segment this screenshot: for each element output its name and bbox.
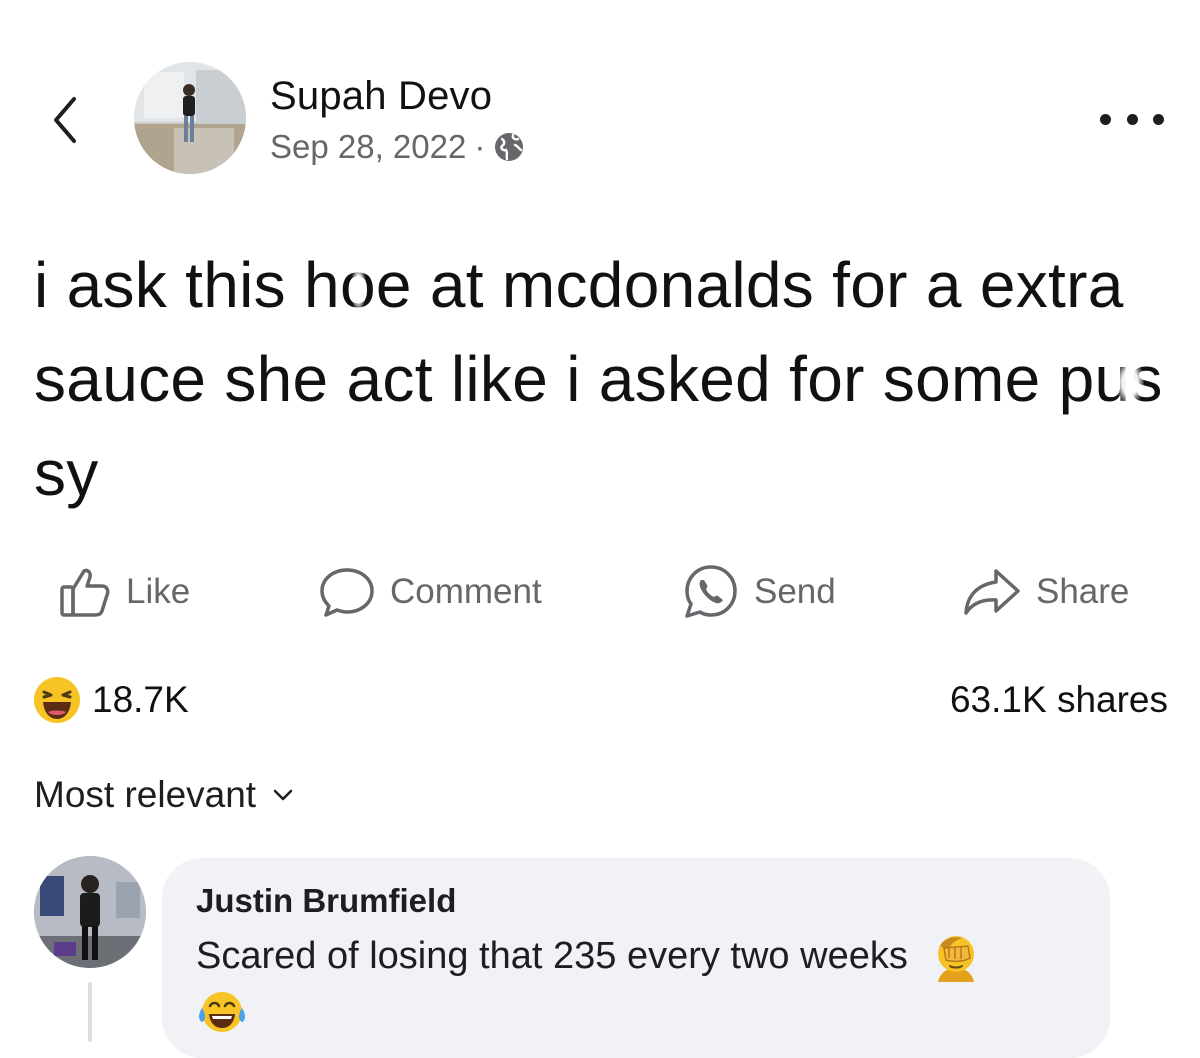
share-arrow-icon: [964, 569, 1020, 615]
comments-sort-label: Most relevant: [34, 774, 257, 815]
commenter-photo: [34, 856, 146, 968]
send-label: Send: [754, 572, 836, 611]
reaction-count: 18.7K: [92, 679, 189, 720]
comment-body: Scared of losing that 235 every two week…: [196, 928, 1096, 1040]
like-button[interactable]: Like: [58, 556, 190, 628]
globe-icon: [495, 133, 524, 161]
post-actions-bar: Like Comment Send Share: [0, 556, 1200, 628]
comment-author-name[interactable]: Justin Brumfield: [196, 882, 456, 920]
facepalm-emoji-icon: [938, 935, 975, 982]
post-text-part: sy: [34, 437, 99, 509]
post-text-obscured-part: o: [340, 238, 376, 332]
commenter-avatar[interactable]: [34, 856, 146, 968]
comment-button[interactable]: Comment: [318, 556, 542, 628]
meta-separator: ·: [474, 128, 486, 165]
dot-icon: [1100, 113, 1111, 125]
thumbs-up-icon: [60, 568, 110, 617]
comment-thread-line: [88, 982, 92, 1042]
dot-icon: [1153, 113, 1164, 125]
author-avatar[interactable]: [134, 62, 246, 174]
post-text-part: i ask this h: [34, 249, 340, 321]
reactions-summary[interactable]: 18.7K: [32, 675, 189, 725]
share-label: Share: [1036, 572, 1130, 611]
comment-bubble-icon: [320, 568, 374, 617]
share-button[interactable]: Share: [962, 556, 1129, 628]
post-text-obscured-part: us: [1095, 332, 1163, 426]
post-author-name[interactable]: Supah Devo: [270, 74, 492, 119]
more-options-button[interactable]: [1100, 104, 1164, 134]
post-meta: Sep 28, 2022 ·: [270, 128, 525, 166]
comment-text: Scared of losing that 235 every two week…: [196, 935, 908, 977]
like-label: Like: [126, 572, 191, 611]
post-text: i ask this hoe at mcdonalds for a extra …: [34, 238, 1174, 520]
shares-count[interactable]: 63.1K shares: [950, 679, 1168, 721]
post-date[interactable]: Sep 28, 2022: [270, 128, 466, 166]
chevron-left-icon: [54, 97, 76, 143]
author-photo: [134, 62, 246, 174]
post-stats: 18.7K 63.1K shares: [32, 675, 1168, 731]
comments-sort-dropdown[interactable]: Most relevant: [34, 774, 294, 816]
back-button[interactable]: [40, 90, 90, 150]
haha-emoji-icon: [34, 677, 80, 723]
send-button[interactable]: Send: [682, 556, 836, 628]
whatsapp-icon: [685, 565, 737, 618]
comment-label: Comment: [390, 572, 542, 611]
tears-of-joy-emoji-icon: [199, 991, 245, 1032]
chevron-down-icon: [273, 789, 293, 801]
dot-icon: [1126, 113, 1138, 125]
